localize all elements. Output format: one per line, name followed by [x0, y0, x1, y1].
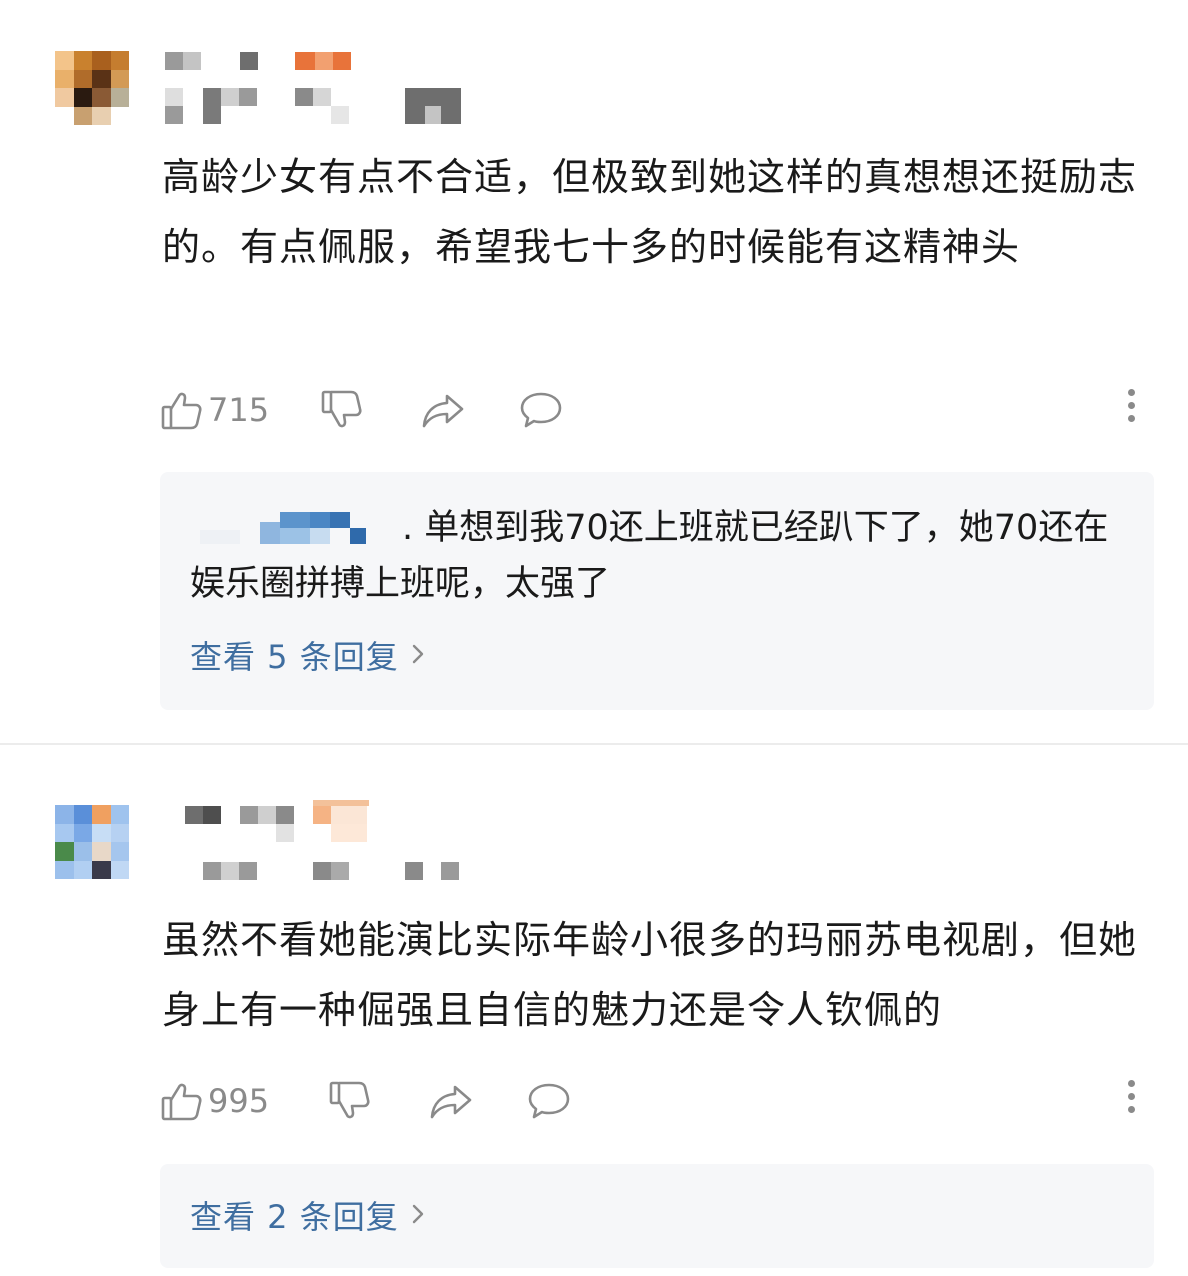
thumbs-up-icon: [160, 388, 204, 432]
meta-blurred: [165, 88, 465, 126]
more-vertical-icon[interactable]: [1126, 1080, 1136, 1120]
view-replies-link[interactable]: 查看 5 条回复: [190, 632, 425, 678]
username-blurred[interactable]: [165, 800, 385, 844]
share-button[interactable]: [428, 1076, 474, 1126]
like-button[interactable]: 995: [160, 1076, 269, 1126]
view-replies-link[interactable]: 查看 2 条回复: [190, 1192, 425, 1238]
thumbs-down-icon: [320, 388, 364, 432]
more-vertical-icon[interactable]: [1126, 389, 1136, 429]
reply-preview-box: . 单想到我70还上班就已经趴下了，她70还在娱乐圈拼搏上班呢，太强了 查看 5…: [160, 472, 1154, 710]
comment-actions: 995: [160, 1076, 1150, 1126]
view-replies-label: 查看 2 条回复: [190, 1198, 399, 1236]
reply-preview-box: 查看 2 条回复: [160, 1164, 1154, 1268]
meta-blurred: [165, 862, 465, 882]
comment-text: 虽然不看她能演比实际年龄小很多的玛丽苏电视剧，但她身上有一种倔强且自信的魅力还是…: [162, 918, 1138, 1032]
share-button[interactable]: [420, 385, 466, 435]
view-replies-label: 查看 5 条回复: [190, 638, 399, 676]
share-arrow-icon: [420, 388, 466, 432]
comment-bubble-icon: [518, 388, 564, 432]
like-count: 995: [208, 1082, 270, 1120]
comment-actions: 715: [160, 385, 1150, 435]
chevron-right-icon: [411, 636, 425, 674]
share-arrow-icon: [428, 1079, 474, 1123]
chevron-right-icon: [411, 1196, 425, 1234]
dislike-button[interactable]: [328, 1076, 372, 1126]
comment-divider: [0, 743, 1188, 745]
like-button[interactable]: 715: [160, 385, 269, 435]
reply-button[interactable]: [526, 1076, 572, 1126]
dislike-button[interactable]: [320, 385, 364, 435]
avatar[interactable]: [55, 805, 129, 879]
thumbs-up-icon: [160, 1079, 204, 1123]
comment-text: 高龄少女有点不合适，但极致到她这样的真想想还挺励志的。有点佩服，希望我七十多的时…: [162, 155, 1138, 269]
thumbs-down-icon: [328, 1079, 372, 1123]
like-count: 715: [208, 391, 270, 429]
reply-preview-text: . 单想到我70还上班就已经趴下了，她70还在娱乐圈拼搏上班呢，太强了: [190, 508, 1109, 604]
username-blurred[interactable]: [165, 52, 365, 72]
reply-button[interactable]: [518, 385, 564, 435]
avatar[interactable]: [55, 51, 129, 125]
comment-bubble-icon: [526, 1079, 572, 1123]
